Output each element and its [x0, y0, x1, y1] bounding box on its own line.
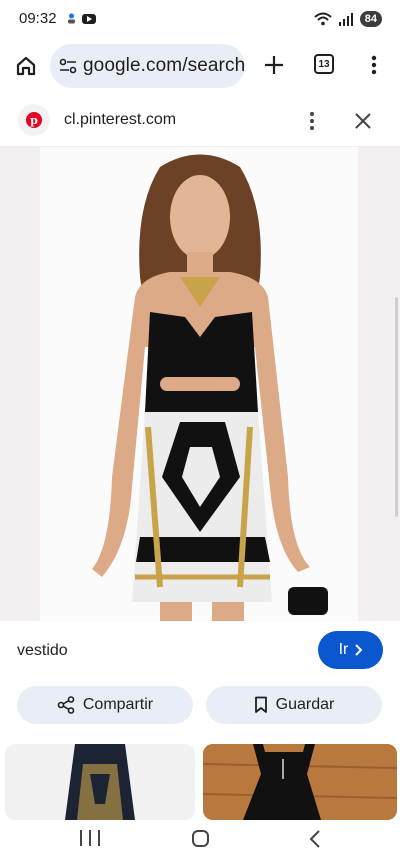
url-text[interactable]: google.com/search [83, 55, 245, 77]
related-dress-image [203, 744, 397, 820]
signal-icon [338, 13, 353, 26]
site-settings-icon[interactable] [59, 58, 77, 74]
save-button[interactable]: Guardar [206, 686, 382, 724]
status-time: 09:32 [19, 10, 57, 27]
tab-switcher-button[interactable]: 13 [314, 54, 334, 74]
related-image-thumbnail[interactable] [5, 744, 195, 820]
related-dress-image [65, 744, 135, 820]
wifi-icon [314, 12, 332, 26]
image-source-header: p cl.pinterest.com [0, 96, 400, 147]
more-vert-icon [310, 112, 314, 130]
pinterest-icon: p [26, 112, 42, 128]
share-button-label: Compartir [82, 696, 154, 713]
plus-icon [265, 56, 283, 74]
result-actions: Compartir Guardar [0, 684, 400, 728]
battery-indicator: 84 [359, 11, 382, 27]
visit-button-label: Ir [338, 641, 349, 658]
back-icon[interactable] [306, 829, 324, 849]
related-images [0, 744, 400, 820]
result-title[interactable]: vestido [17, 642, 68, 660]
home-icon [16, 56, 36, 76]
source-more-button[interactable] [302, 108, 322, 134]
source-domain[interactable]: cl.pinterest.com [64, 111, 176, 129]
bookmark-icon [254, 696, 267, 713]
close-button[interactable] [350, 108, 376, 134]
system-home-button[interactable] [192, 830, 209, 847]
address-bar[interactable]: google.com/search [50, 44, 245, 88]
recent-apps-button[interactable] [80, 830, 100, 850]
share-icon [57, 696, 75, 714]
youtube-icon [82, 14, 96, 24]
related-image-thumbnail[interactable] [203, 744, 397, 820]
overflow-menu-button[interactable] [362, 50, 386, 80]
scrollbar[interactable] [395, 297, 398, 517]
share-button[interactable]: Compartir [17, 686, 193, 724]
status-indicators: 84 [314, 10, 382, 28]
notification-icon [68, 13, 75, 24]
new-tab-button[interactable] [259, 50, 289, 80]
save-button-label: Guardar [275, 696, 335, 713]
pinterest-logo: p [18, 104, 50, 136]
dress-photo [40, 147, 358, 621]
browser-toolbar: google.com/search 13 [0, 38, 400, 94]
visit-button[interactable]: Ir [318, 631, 383, 669]
more-vert-icon [371, 55, 377, 75]
status-bar: 09:32 84 [0, 0, 400, 38]
home-button[interactable] [10, 50, 42, 82]
system-navigation-bar [0, 820, 400, 866]
image-preview[interactable] [0, 147, 400, 621]
result-caption-row: vestido Ir [0, 622, 400, 682]
chevron-right-icon [355, 644, 363, 656]
model-illustration [92, 154, 328, 621]
close-icon [355, 113, 371, 129]
